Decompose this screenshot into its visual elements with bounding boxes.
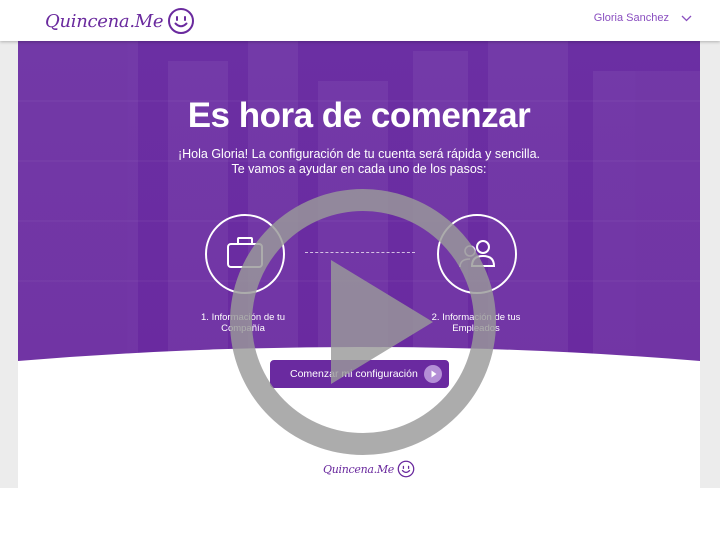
brand-logo[interactable]: Quincena.Me [45,7,195,35]
footer-smiley-icon [397,460,415,478]
subtitle-line-2: Te vamos a ayudar en cada uno de los pas… [231,162,487,176]
subtitle-line-1: ¡Hola Gloria! La configuración de tu cue… [177,147,540,161]
footer-brand-logo: Quincena.Me [323,460,415,478]
page-title: Es hora de comenzar [187,96,531,135]
top-navigation-bar: Quincena.Me Gloria Sanchez [0,0,720,41]
brand-name: Quincena.Me [45,10,164,32]
user-name: Gloria Sanchez [593,12,669,24]
chevron-down-icon [681,15,692,21]
user-menu[interactable]: Gloria Sanchez [594,12,692,24]
footer-brand-name: Quincena.Me [323,462,394,476]
play-icon[interactable] [227,186,499,458]
smiley-logo-icon [168,8,195,34]
page-subtitle: ¡Hola Gloria! La configuración de tu cue… [18,147,700,177]
